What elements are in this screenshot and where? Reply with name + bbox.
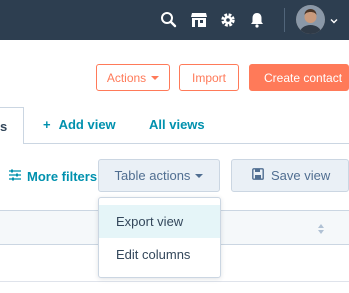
tab-current-view[interactable]: s (0, 107, 24, 144)
table-actions-button[interactable]: Table actions (98, 159, 220, 192)
more-filters-button[interactable]: More filters (9, 169, 97, 184)
plus-icon: + (43, 117, 51, 132)
top-nav-bar (0, 0, 349, 40)
menu-item-label: Edit columns (116, 247, 191, 262)
floppy-disk-icon (252, 168, 271, 183)
menu-item-edit-columns[interactable]: Edit columns (99, 238, 220, 271)
table-actions-menu: Export view Edit columns (98, 197, 221, 278)
bell-icon[interactable] (247, 10, 267, 30)
import-button-label: Import (191, 70, 226, 85)
caret-down-icon (151, 75, 160, 80)
actions-button[interactable]: Actions (96, 64, 170, 91)
avatar[interactable] (296, 5, 325, 34)
menu-item-export-view[interactable]: Export view (99, 205, 220, 238)
nav-divider (284, 8, 285, 32)
actions-button-label: Actions (106, 70, 147, 85)
add-view-button[interactable]: + Add view (43, 117, 116, 132)
marketplace-icon[interactable] (189, 10, 209, 30)
tab-current-label: s (0, 118, 8, 134)
all-views-link[interactable]: All views (149, 117, 205, 132)
save-view-button[interactable]: Save view (231, 159, 349, 192)
all-views-label: All views (149, 117, 205, 132)
add-view-label: Add view (58, 117, 116, 132)
menu-item-label: Export view (116, 214, 184, 229)
tabs-divider (0, 143, 349, 144)
search-icon[interactable] (159, 10, 179, 30)
chevron-down-icon[interactable] (328, 14, 340, 26)
table-actions-label: Table actions (114, 168, 191, 183)
sort-icon[interactable] (317, 222, 325, 234)
filter-sliders-icon (9, 169, 27, 184)
save-view-label: Save view (271, 168, 331, 183)
caret-down-icon (195, 173, 204, 178)
gear-icon[interactable] (218, 10, 238, 30)
more-filters-label: More filters (27, 169, 98, 184)
table-row (0, 281, 349, 282)
import-button[interactable]: Import (179, 64, 239, 91)
create-contact-label: Create contact (264, 70, 343, 85)
create-contact-button[interactable]: Create contact (249, 64, 349, 91)
